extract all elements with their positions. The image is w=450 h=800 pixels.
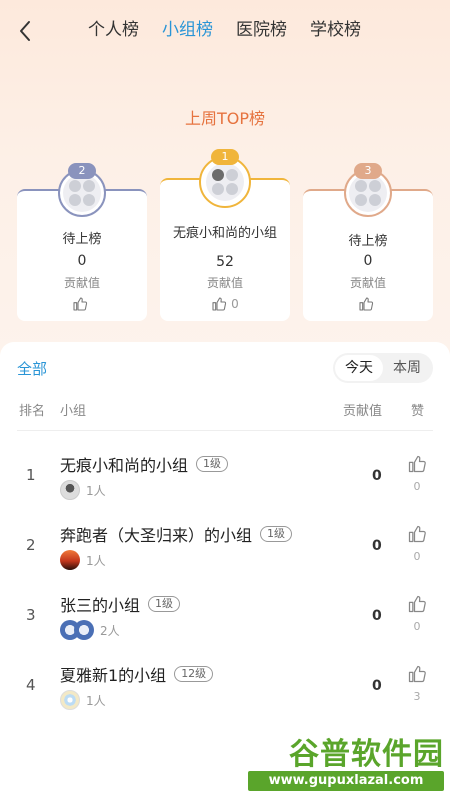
row-members: 1人 [60,690,106,710]
card-value: 0 [77,253,87,269]
like-count: 3 [413,690,421,703]
header-rank: 排名 [19,404,46,419]
row-score: 0 [372,538,382,554]
row-score: 0 [372,468,382,484]
segment-week[interactable]: 本周 [383,355,431,381]
rank-badge: 2 [68,163,96,179]
member-count: 1人 [86,483,106,498]
card-value: 0 [363,253,373,269]
thumbs-up-icon [408,525,426,543]
row-members: 1人 [60,480,106,500]
group-name-text: 奔跑者（大圣归来）的小组 [60,526,253,545]
row-rank: 3 [26,606,36,624]
card-like[interactable] [17,296,147,312]
divider [17,430,433,431]
top-title: 上周TOP榜 [184,109,266,128]
avatar [60,480,80,500]
level-badge: 1级 [260,526,293,542]
back-button[interactable] [14,18,38,44]
row-group-name: 奔跑者（大圣归来）的小组 1级 [60,522,293,546]
tab-hospital[interactable]: 医院榜 [236,18,287,48]
member-count: 1人 [86,553,106,568]
card-value: 52 [216,254,234,270]
group-name-text: 夏雅新1的小组 [60,666,167,685]
avatar-group [60,620,94,640]
thumbs-up-icon [408,455,426,473]
rank-badge: 1 [211,149,239,165]
tab-school[interactable]: 学校榜 [310,18,361,48]
member-count: 1人 [86,693,106,708]
thumbs-up-icon [359,297,374,311]
card-name: 无痕小和尚的小组 [172,226,277,241]
group-name-text: 无痕小和尚的小组 [60,456,189,475]
avatar [74,620,94,640]
row-group-name: 夏雅新1的小组 12级 [60,662,214,686]
row-members: 2人 [60,620,120,640]
header-group: 小组 [60,404,87,419]
card-value-label: 贡献值 [349,276,386,290]
avatar [60,690,80,710]
row-rank: 2 [26,536,36,554]
like-count: 0 [413,480,421,493]
row-group-name: 张三的小组 1级 [60,592,181,616]
thumbs-up-icon [212,297,227,311]
row-like-button[interactable]: 3 [406,664,428,703]
podium-card-rank-3[interactable]: 3 待上榜 0 贡献值 [303,163,433,321]
watermark-url: www.gupuxlazal.com [248,771,444,791]
table-row[interactable]: 2 奔跑者（大圣归来）的小组 1级 1人 0 0 [0,512,450,580]
podium-card-rank-2[interactable]: 2 待上榜 0 贡献值 [17,163,147,321]
watermark-title: 谷普软件园 [289,737,444,772]
card-like[interactable]: 0 [160,296,290,312]
thumbs-up-icon [408,665,426,683]
row-members: 1人 [60,550,106,570]
card-value-label: 贡献值 [63,276,100,290]
row-rank: 4 [26,676,36,694]
row-score: 0 [372,678,382,694]
table-row[interactable]: 3 张三的小组 1级 2人 0 0 [0,582,450,650]
avatar [60,550,80,570]
table-row[interactable]: 1 无痕小和尚的小组 1级 1人 0 0 [0,442,450,510]
level-badge: 1级 [196,456,229,472]
like-count: 0 [231,297,239,311]
row-like-button[interactable]: 0 [406,594,428,633]
thumbs-up-icon [408,595,426,613]
row-like-button[interactable]: 0 [406,524,428,563]
filter-all[interactable]: 全部 [17,358,47,379]
level-badge: 12级 [174,666,214,682]
card-like[interactable] [303,296,433,312]
chevron-left-icon [20,21,30,41]
row-like-button[interactable]: 0 [406,454,428,493]
header-score: 贡献值 [343,404,383,419]
watermark: 谷普软件园 www.gupuxlazal.com [248,731,444,793]
row-group-name: 无痕小和尚的小组 1级 [60,452,229,476]
segment-today[interactable]: 今天 [335,355,383,381]
member-count: 2人 [100,623,120,638]
rank-badge: 3 [354,163,382,179]
like-count: 0 [413,620,421,633]
row-score: 0 [372,608,382,624]
tab-personal[interactable]: 个人榜 [88,18,139,48]
row-rank: 1 [26,466,36,484]
podium-card-rank-1[interactable]: 1 无痕小和尚的小组 52 贡献值 0 [160,149,290,321]
ranking-tabs: 个人榜 小组榜 医院榜 学校榜 [88,18,361,48]
period-toggle: 今天 本周 [333,353,433,383]
table-row[interactable]: 4 夏雅新1的小组 12级 1人 0 3 [0,652,450,720]
thumbs-up-icon [73,297,88,311]
like-count: 0 [413,550,421,563]
group-name-text: 张三的小组 [60,596,141,615]
level-badge: 1级 [148,596,181,612]
tab-group[interactable]: 小组榜 [162,18,213,48]
card-name: 待上榜 [62,232,102,247]
top-nav: 个人榜 小组榜 医院榜 学校榜 [0,0,450,62]
card-value-label: 贡献值 [206,276,243,290]
header-likes: 赞 [411,404,425,419]
card-name: 待上榜 [348,234,388,249]
